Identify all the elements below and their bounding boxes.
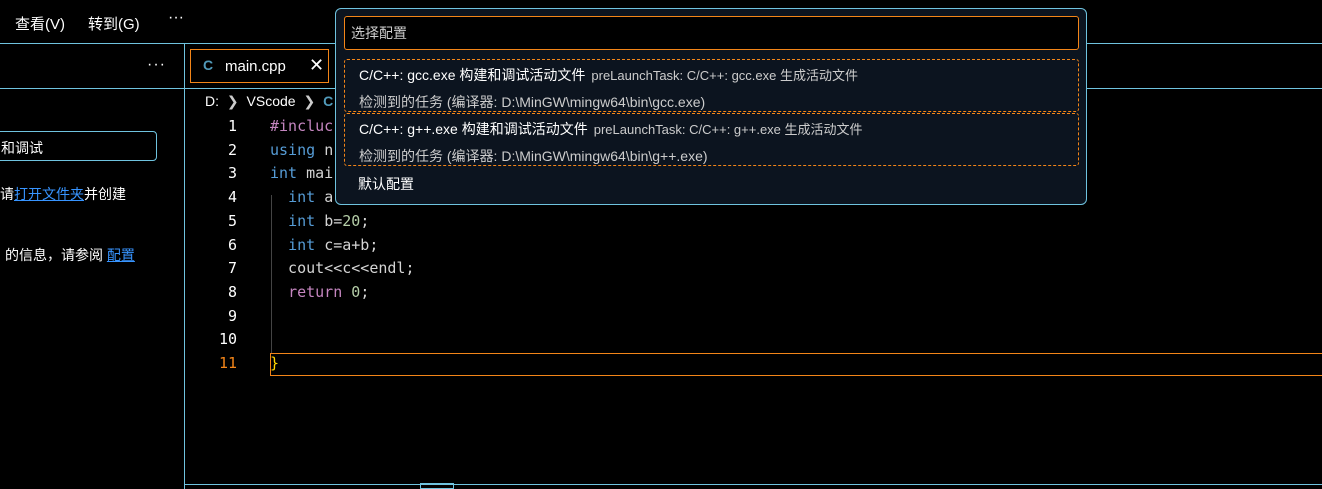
- config-link[interactable]: 配置: [107, 247, 135, 263]
- quick-pick-item-gpp[interactable]: C/C++: g++.exe 构建和调试活动文件 preLaunchTask: C…: [344, 113, 1079, 166]
- close-icon[interactable]: ✕: [309, 55, 324, 76]
- sidebar-text1-prefix: 请: [0, 186, 14, 202]
- code-line: int mai: [270, 164, 333, 182]
- code-token: }: [270, 354, 280, 372]
- sidebar: [0, 44, 184, 489]
- sidebar-text1-suffix: 并创建: [84, 186, 126, 202]
- breadcrumb: D: ❯ VScode ❯ C: [205, 93, 337, 113]
- quick-pick-input[interactable]: [344, 16, 1079, 50]
- code-line: int b=20;: [270, 212, 369, 230]
- quick-pick-item-title: C/C++: g++.exe 构建和调试活动文件: [359, 121, 588, 137]
- line-number: 8: [227, 282, 237, 301]
- cpp-file-icon: C: [203, 57, 214, 73]
- quick-pick-item-detail: 检测到的任务 (编译器: D:\MinGW\mingw64\bin\g++.ex…: [359, 148, 708, 164]
- sidebar-config-text: 的信息，请参阅 配置: [0, 245, 135, 265]
- code-token: 0: [351, 282, 361, 301]
- line-number: 1: [227, 117, 237, 135]
- line-number: 10: [218, 330, 237, 349]
- quick-pick-item-detail: 检测到的任务 (编译器: D:\MinGW\mingw64\bin\gcc.ex…: [359, 94, 706, 110]
- code-token: c=a+b;: [324, 235, 379, 254]
- current-line-highlight: [270, 353, 1322, 376]
- breadcrumb-folder[interactable]: VScode: [247, 93, 296, 109]
- line-number: 11: [218, 354, 237, 372]
- code-line: #incluc: [270, 117, 333, 135]
- code-token: int: [288, 211, 325, 230]
- cpp-file-icon[interactable]: C: [323, 93, 333, 109]
- quick-pick-item-gcc[interactable]: C/C++: gcc.exe 构建和调试活动文件 preLaunchTask: C…: [344, 59, 1079, 112]
- code-line: return 0;: [270, 283, 369, 301]
- menu-more-icon[interactable]: ···: [168, 9, 184, 27]
- quick-pick-dialog: C/C++: gcc.exe 构建和调试活动文件 preLaunchTask: C…: [335, 8, 1087, 205]
- code-token: mai: [306, 164, 334, 183]
- horizontal-scrollbar-thumb[interactable]: [420, 483, 454, 489]
- horizontal-scrollbar-track: [185, 484, 1322, 485]
- menu-view[interactable]: 查看(V): [15, 13, 65, 34]
- breadcrumb-drive[interactable]: D:: [205, 93, 219, 109]
- code-token: ;: [360, 211, 370, 230]
- code-line: int c=a+b;: [270, 236, 378, 254]
- quick-pick-item-default[interactable]: 默认配置: [358, 174, 414, 194]
- code-line: using n: [270, 141, 333, 159]
- quick-pick-item-description: preLaunchTask: C/C++: g++.exe 生成活动文件: [593, 122, 863, 137]
- code-token: using: [270, 140, 325, 159]
- code-token: #incluc: [270, 117, 334, 135]
- code-token: int: [288, 188, 325, 207]
- code-line: int a: [270, 188, 333, 206]
- code-line: cout<<c<<endl;: [270, 259, 415, 278]
- run-and-debug-button-label: 和调试: [1, 140, 43, 156]
- run-and-debug-button[interactable]: 和调试: [0, 131, 157, 161]
- sidebar-open-folder-text: 请打开文件夹并创建: [0, 184, 126, 204]
- code-token: n: [324, 140, 334, 159]
- line-number: 4: [227, 188, 237, 207]
- code-token: ;: [360, 282, 370, 301]
- line-number: 5: [227, 211, 237, 230]
- code-token: b=: [324, 211, 343, 230]
- line-number: 9: [227, 306, 237, 325]
- code-token: a: [324, 188, 334, 207]
- chevron-right-icon: ❯: [226, 93, 239, 109]
- chevron-right-icon: ❯: [303, 93, 316, 109]
- line-number: 7: [227, 259, 237, 278]
- code-token: return: [288, 282, 352, 301]
- quick-pick-item-description: preLaunchTask: C/C++: gcc.exe 生成活动文件: [591, 68, 858, 83]
- menu-go[interactable]: 转到(G): [88, 13, 140, 34]
- code-token: int: [288, 235, 325, 254]
- sidebar-more-icon[interactable]: ···: [147, 56, 166, 74]
- code-token: cout<<c<<endl;: [270, 259, 415, 278]
- quick-pick-item-label: C/C++: g++.exe 构建和调试活动文件 preLaunchTask: C…: [359, 119, 863, 139]
- open-folder-link[interactable]: 打开文件夹: [14, 186, 84, 202]
- sidebar-text2-prefix: 的信息，请参阅: [5, 247, 103, 263]
- tab-main-cpp[interactable]: C main.cpp ✕: [190, 49, 329, 83]
- line-number: 2: [227, 140, 237, 159]
- line-number: 3: [227, 164, 237, 183]
- line-number: 6: [227, 235, 237, 254]
- tab-label: main.cpp: [225, 58, 286, 75]
- quick-pick-item-label: C/C++: gcc.exe 构建和调试活动文件 preLaunchTask: C…: [359, 65, 858, 85]
- code-token: int: [270, 164, 307, 183]
- code-token: 20: [342, 211, 361, 230]
- code-line: }: [270, 354, 279, 372]
- sidebar-header-divider: [0, 88, 184, 89]
- quick-pick-item-title: C/C++: gcc.exe 构建和调试活动文件: [359, 67, 586, 83]
